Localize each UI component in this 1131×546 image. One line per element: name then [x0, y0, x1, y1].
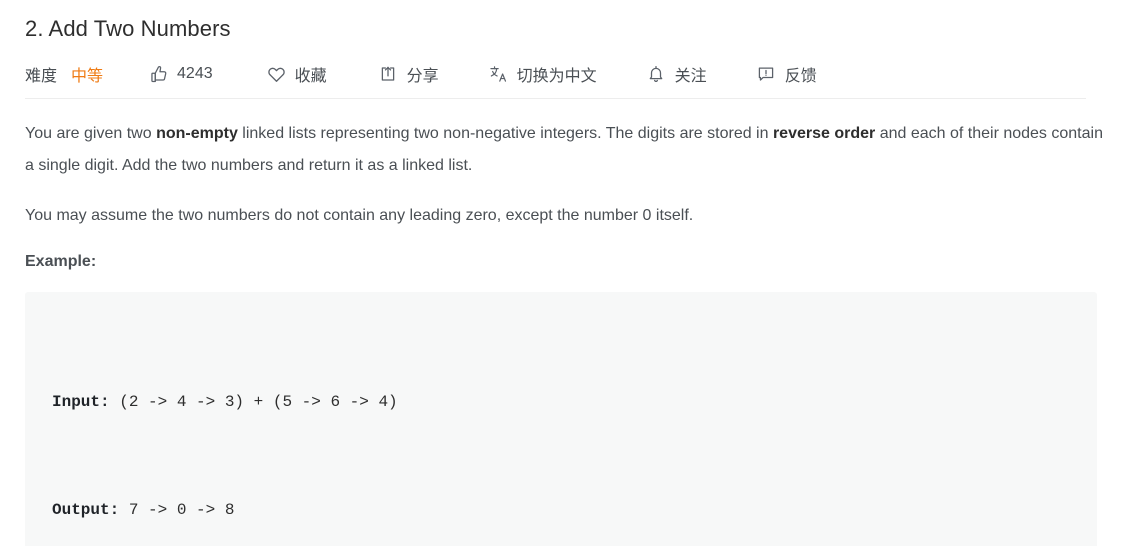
share-button[interactable]: 分享	[379, 62, 439, 86]
vote-count: 4243	[177, 65, 213, 82]
heart-icon	[267, 65, 286, 84]
input-key: Input:	[52, 393, 110, 411]
language-switch-button[interactable]: 切换为中文	[489, 62, 597, 86]
page-title: 2. Add Two Numbers	[25, 16, 231, 41]
vote-button[interactable]: 4243	[149, 65, 213, 84]
desc-p1-bold-1: non-empty	[156, 125, 238, 142]
problem-page: 2. Add Two Numbers 难度 中等 4243 收藏 分享 切换为中…	[0, 0, 1131, 546]
example-code-block: Input: (2 -> 4 -> 3) + (5 -> 6 -> 4) Out…	[25, 292, 1097, 546]
example-heading: Example:	[25, 253, 97, 270]
code-line-input: Input: (2 -> 4 -> 3) + (5 -> 6 -> 4)	[52, 384, 1097, 420]
bell-icon	[647, 65, 666, 84]
feedback-icon	[757, 65, 776, 84]
output-value: 7 -> 0 -> 8	[119, 501, 235, 519]
problem-toolbar: 难度 中等 4243 收藏 分享 切换为中文 关注 反馈	[25, 52, 1106, 96]
follow-button[interactable]: 关注	[647, 62, 707, 86]
desc-p1-bold-2: reverse order	[772, 125, 876, 142]
desc-p1-text-2: linked lists representing two non-negati…	[237, 125, 773, 142]
feedback-label: 反馈	[784, 68, 817, 85]
translate-icon	[489, 65, 508, 84]
input-value: (2 -> 4 -> 3) + (5 -> 6 -> 4)	[109, 393, 398, 411]
thumbs-up-icon	[149, 65, 168, 84]
language-switch-label: 切换为中文	[516, 68, 597, 85]
share-icon	[379, 65, 398, 84]
favorite-button[interactable]: 收藏	[267, 62, 327, 86]
feedback-button[interactable]: 反馈	[757, 62, 817, 86]
difficulty-group: 难度 中等	[25, 62, 103, 86]
favorite-label: 收藏	[294, 68, 327, 85]
description-paragraph-2: You may assume the two numbers do not co…	[25, 207, 694, 224]
problem-description: You are given two non-empty linked lists…	[25, 99, 1106, 546]
difficulty-label: 难度	[25, 68, 58, 85]
desc-p1-text-1: You are given two	[25, 125, 157, 142]
share-label: 分享	[406, 68, 439, 85]
description-paragraph-1: You are given two non-empty linked lists…	[25, 118, 1106, 182]
output-key: Output:	[52, 501, 120, 519]
code-line-output: Output: 7 -> 0 -> 8	[52, 492, 1097, 528]
follow-label: 关注	[674, 68, 707, 85]
difficulty-badge: 中等	[71, 68, 104, 85]
